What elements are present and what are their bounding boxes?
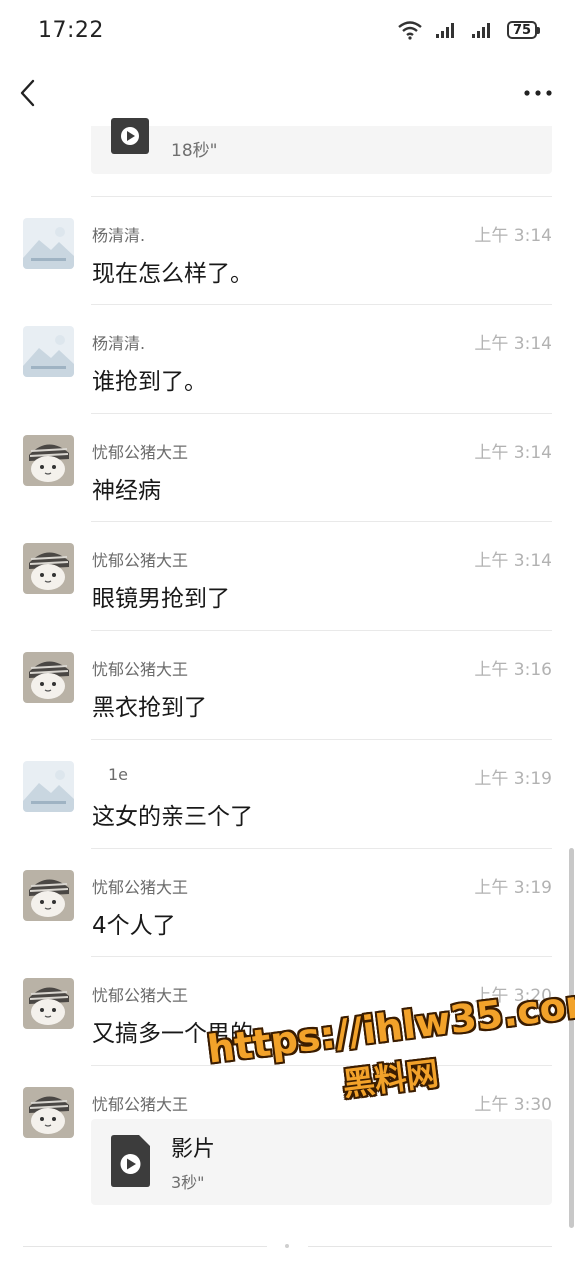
plush-avatar-icon — [23, 543, 74, 594]
message-text: 神经病 — [92, 478, 161, 504]
divider — [91, 630, 552, 631]
avatar[interactable] — [23, 543, 74, 594]
landscape-avatar-icon — [23, 326, 74, 377]
signal-icon — [436, 23, 454, 38]
avatar[interactable] — [23, 435, 74, 486]
plush-avatar-icon — [23, 652, 74, 703]
sender-name: 1e — [108, 765, 129, 784]
divider — [91, 848, 552, 849]
sender-name: 忧郁公猪大王 — [92, 986, 189, 1005]
file-duration: 3秒" — [171, 1173, 205, 1192]
sender-name: 忧郁公猪大王 — [92, 443, 189, 462]
avatar[interactable] — [23, 218, 74, 269]
scrollbar[interactable] — [569, 848, 574, 1228]
divider — [23, 1246, 267, 1247]
avatar[interactable] — [23, 870, 74, 921]
message-time: 上午 3:16 — [474, 660, 552, 680]
nav-bar — [0, 60, 575, 126]
plush-avatar-icon — [23, 870, 74, 921]
message-text: 黑衣抢到了 — [92, 695, 207, 721]
file-duration: 18秒" — [171, 141, 218, 161]
file-card[interactable]: 18秒" — [91, 118, 552, 174]
avatar[interactable] — [23, 326, 74, 377]
battery-icon: 75 — [507, 21, 540, 39]
wifi-icon — [398, 21, 422, 40]
divider — [91, 739, 552, 740]
video-file-icon — [111, 1135, 150, 1187]
landscape-avatar-icon — [23, 218, 74, 269]
divider — [91, 196, 552, 197]
signal-icon — [472, 23, 490, 38]
more-dots-icon[interactable] — [523, 89, 553, 97]
divider — [91, 956, 552, 957]
divider — [91, 304, 552, 305]
message-text: 4个人了 — [92, 913, 176, 939]
message-text: 谁抢到了。 — [92, 369, 207, 395]
plush-avatar-icon — [23, 1087, 74, 1138]
divider — [308, 1246, 552, 1247]
message-time: 上午 3:19 — [474, 769, 552, 789]
file-card[interactable]: 影片 3秒" — [91, 1119, 552, 1205]
message-text: 这女的亲三个了 — [92, 804, 253, 830]
avatar[interactable] — [23, 652, 74, 703]
plush-avatar-icon — [23, 978, 74, 1029]
message-time: 上午 3:19 — [474, 878, 552, 898]
watermark-brand: 黑料网 — [340, 1054, 441, 1104]
avatar[interactable] — [23, 761, 74, 812]
sender-name: 杨清清. — [92, 226, 146, 245]
video-file-icon — [111, 118, 149, 154]
file-name: 影片 — [171, 1137, 216, 1162]
sender-name: 忧郁公猪大王 — [92, 1095, 189, 1114]
divider — [91, 521, 552, 522]
status-time: 17:22 — [38, 17, 104, 43]
avatar[interactable] — [23, 978, 74, 1029]
message-text: 现在怎么样了。 — [92, 261, 253, 287]
status-bar: 17:22 75 — [0, 0, 575, 60]
message-time: 上午 3:14 — [474, 226, 552, 246]
sender-name: 忧郁公猪大王 — [92, 660, 189, 679]
avatar[interactable] — [23, 1087, 74, 1138]
status-icons: 75 — [397, 20, 540, 40]
message-text: 眼镜男抢到了 — [92, 586, 230, 612]
sender-name: 忧郁公猪大王 — [92, 878, 189, 897]
message-time: 上午 3:14 — [474, 443, 552, 463]
plush-avatar-icon — [23, 435, 74, 486]
chevron-left-icon[interactable] — [18, 78, 38, 108]
message-time: 上午 3:14 — [474, 551, 552, 571]
sender-name: 忧郁公猪大王 — [92, 551, 189, 570]
message-time: 上午 3:14 — [474, 334, 552, 354]
landscape-avatar-icon — [23, 761, 74, 812]
divider — [91, 413, 552, 414]
loading-dot — [285, 1244, 289, 1248]
sender-name: 杨清清. — [92, 334, 146, 353]
